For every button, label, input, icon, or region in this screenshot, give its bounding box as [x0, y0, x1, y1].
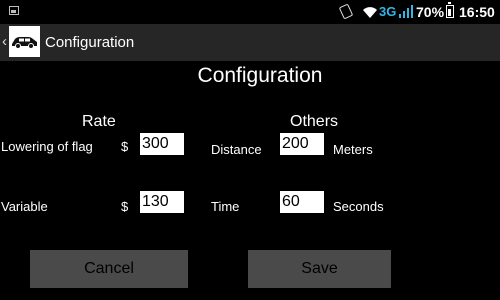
save-button[interactable]: Save: [248, 250, 391, 288]
time-input[interactable]: [280, 191, 324, 213]
cancel-button[interactable]: Cancel: [30, 250, 188, 288]
page-title: Configuration: [197, 64, 323, 87]
variable-input[interactable]: [140, 191, 184, 213]
distance-input[interactable]: [280, 133, 324, 155]
network-type: 3G: [379, 4, 397, 19]
distance-unit: Meters: [333, 142, 373, 157]
signal-icon: [399, 5, 413, 18]
battery-icon: [446, 2, 454, 18]
back-chevron-icon[interactable]: ‹: [2, 33, 7, 50]
clock: 16:50: [459, 4, 495, 20]
distance-label: Distance: [211, 142, 262, 157]
time-label: Time: [211, 199, 240, 214]
currency-symbol: $: [121, 139, 129, 154]
screen-rotation-icon: [338, 3, 354, 20]
status-bar: 3G 70% 16:50: [0, 0, 500, 24]
lowering-of-flag-label: Lowering of flag: [1, 139, 93, 154]
wifi-icon: [363, 7, 377, 18]
currency-symbol: $: [121, 199, 129, 214]
action-bar-title: Configuration: [45, 34, 135, 51]
battery-percent: 70%: [416, 4, 445, 20]
image-notification-icon: [9, 6, 19, 15]
lowering-of-flag-input[interactable]: [140, 133, 184, 155]
time-unit: Seconds: [333, 199, 384, 214]
rate-heading: Rate: [82, 113, 116, 130]
others-heading: Others: [290, 113, 339, 130]
action-bar: ‹ Configuration: [0, 24, 500, 61]
car-icon[interactable]: [9, 26, 40, 57]
variable-label: Variable: [1, 199, 48, 214]
